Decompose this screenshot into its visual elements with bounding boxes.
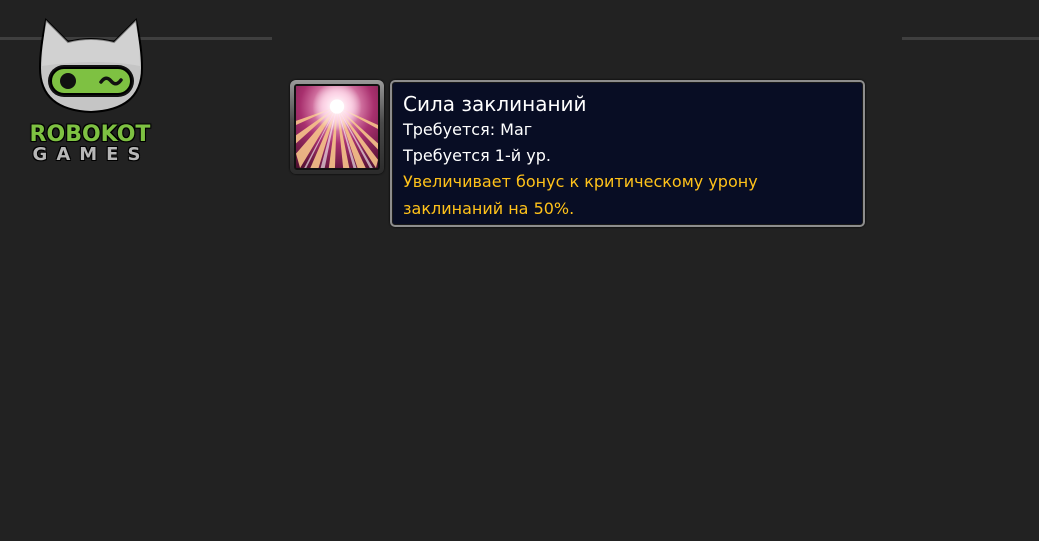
divider-right [902, 37, 1039, 40]
class-requirement: Требуется: Маг [403, 120, 533, 139]
spell-description: Увеличивает бонус к критическому урону з… [403, 172, 758, 218]
brand-name-bottom: GAMES [32, 144, 150, 165]
spell-title: Сила заклинаний [403, 92, 587, 116]
level-requirement: Требуется 1-й ур. [403, 146, 551, 165]
robokot-games-logo: ROBOKOT GAMES [20, 18, 165, 168]
arcane-burst-icon [296, 86, 378, 168]
spell-tooltip: Сила заклинаний Требуется: Маг Требуется… [390, 80, 865, 227]
spell-icon-frame[interactable] [290, 80, 384, 174]
robot-cat-icon [38, 18, 144, 114]
